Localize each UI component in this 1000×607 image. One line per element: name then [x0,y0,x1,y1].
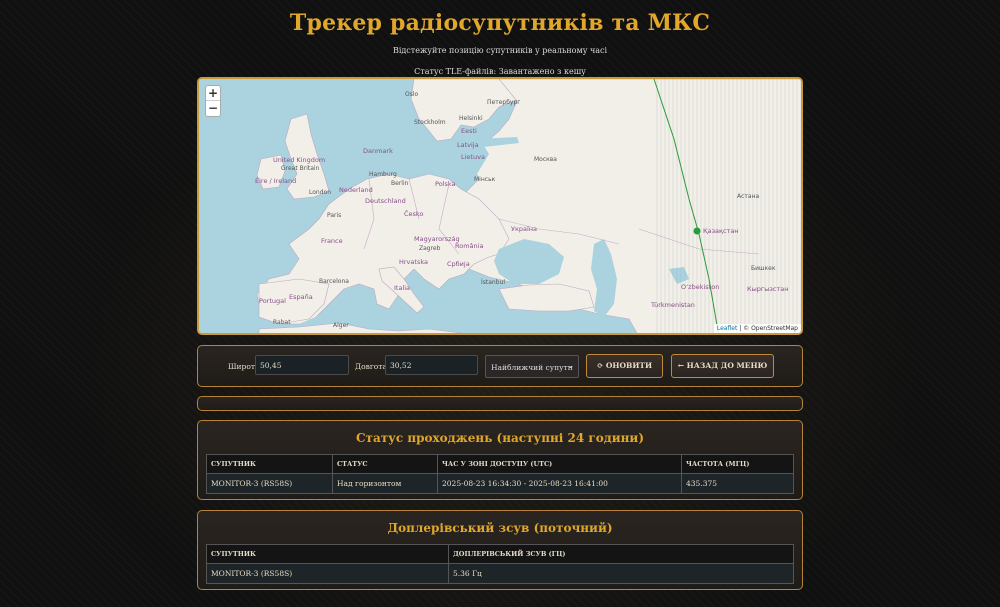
map-label-magyarorszag: Magyarország [414,235,460,243]
cell-access-time: 2025-08-23 16:34:30 - 2025-08-23 16:41:0… [437,473,682,494]
map-label-latvija: Latvija [457,141,479,149]
map-label-espana: España [289,293,313,301]
arrow-left-icon: ← [677,361,685,370]
table-header-row: СУПУТНИК СТАТУС ЧАС У ЗОНІ ДОСТУПУ (UTC)… [206,454,794,474]
map-label-hrvatska: Hrvatska [399,258,428,266]
map-label-italia: Italia [394,284,411,292]
map-label-great-britain: Great Britain [281,165,320,172]
map-label-hamburg: Hamburg [369,171,397,178]
refresh-button[interactable]: ⟳ ОНОВИТИ [586,354,663,378]
map-label-cesko: Česko [404,210,424,218]
map-label-minsk: Мінськ [474,176,496,183]
map-label-helsinki: Helsinki [459,115,483,122]
map-attribution: Leaflet | © OpenStreetMap [713,324,801,333]
header-satellite: СУПУТНИК [206,544,449,564]
map-label-paris: Paris [327,212,342,219]
map-label-eesti: Eesti [461,127,477,135]
tle-status: Статус TLE-файлів: Завантажено з кешу [414,67,586,76]
map-label-alger: Alger [333,322,349,329]
map-label-zagreb: Zagreb [419,245,441,252]
controls-panel: Широта 50,45 Довгота 30,52 Найближчий су… [197,345,803,387]
map-label-moscow: Москва [534,156,557,163]
zoom-control: + − [205,85,221,117]
refresh-label: ОНОВИТИ [605,361,653,370]
header-access-time: ЧАС У ЗОНІ ДОСТУПУ (UTC) [437,454,682,474]
leaflet-link[interactable]: Leaflet [717,325,737,332]
pass-status-table: СУПУТНИК СТАТУС ЧАС У ЗОНІ ДОСТУПУ (UTC)… [206,454,794,494]
header-frequency: ЧАСТОТА (МГЦ) [681,454,794,474]
table-row: MONITOR-3 (RS58S) Над горизонтом 2025-08… [206,473,794,494]
table-row: MONITOR-3 (RS58S) 5.36 Гц [206,563,794,584]
map-label-eire: Éire / Ireland [255,177,297,185]
map-label-lietuva: Lietuva [461,153,485,161]
map-label-istanbul: İstanbul [481,279,506,286]
back-to-menu-button[interactable]: ← НАЗАД ДО МЕНЮ [671,354,774,378]
map-label-ukraina: Україна [511,225,538,233]
map-label-astana: Астана [737,193,760,200]
page-header: Трекер радіосупутників та МКС Відстежуйт… [0,0,1000,76]
page-title: Трекер радіосупутників та МКС [289,10,711,36]
cell-satellite: MONITOR-3 (RS58S) [206,563,449,584]
map-label-london: London [309,189,331,196]
doppler-table: СУПУТНИК ДОПЛЕРІВСЬКИЙ ЗСУВ (ГЦ) MONITOR… [206,544,794,584]
header-doppler-shift: ДОПЛЕРІВСЬКИЙ ЗСУВ (ГЦ) [448,544,794,564]
header-satellite: СУПУТНИК [206,454,333,474]
map-label-kazakhstan: Қазақстан [703,227,739,235]
map-label-nederland: Nederland [339,186,373,194]
map-label-berlin: Berlin [391,180,409,187]
satellite-select-value: Найближчий супутн [491,363,573,372]
pass-status-title: Статус проходжень (наступні 24 години) [355,431,644,445]
map-label-danmark: Danmark [363,147,393,155]
table-header-row: СУПУТНИК ДОПЛЕРІВСЬКИЙ ЗСУВ (ГЦ) [206,544,794,564]
cell-doppler-shift: 5.36 Гц [448,563,794,584]
map-label-uzbekiston: Oʻzbekiston [681,283,720,291]
cell-status: Над горизонтом [332,473,438,494]
refresh-icon: ⟳ [596,361,604,370]
latitude-input[interactable]: 50,45 [255,355,349,375]
doppler-title: Доплерівський зсув (поточний) [387,521,613,535]
map-label-united-kingdom: United Kingdom [273,156,326,164]
map-label-deutschland: Deutschland [365,197,406,205]
chevron-down-icon: ⌄ [568,362,574,370]
map-label-france: France [321,237,343,245]
zoom-out-button[interactable]: − [206,101,220,116]
satellite-marker [693,227,701,235]
map-label-srbija: Србија [447,260,470,268]
back-to-menu-label: НАЗАД ДО МЕНЮ [686,361,768,370]
satellite-map[interactable]: + − Oslo Stockholm Helsinki Петербург Ee… [197,77,803,335]
longitude-input[interactable]: 30,52 [385,355,478,375]
doppler-panel: Доплерівський зсув (поточний) СУПУТНИК Д… [197,510,803,590]
map-label-kyrgyzstan: Кыргызстан [747,285,789,293]
map-label-rabat: Rabat [273,319,291,326]
map-label-petersburg: Петербург [487,99,521,106]
pass-status-panel: Статус проходжень (наступні 24 години) С… [197,420,803,500]
cell-frequency: 435.375 [681,473,794,494]
cell-satellite: MONITOR-3 (RS58S) [206,473,333,494]
zoom-in-button[interactable]: + [206,86,220,101]
map-label-romania: România [455,242,484,250]
map-label-bishkek: Бишкек [751,265,776,272]
satellite-select[interactable]: Найближчий супутн ⌄ [485,355,579,378]
osm-attribution[interactable]: | © OpenStreetMap [739,325,798,332]
map-label-barcelona: Barcelona [319,278,349,285]
page-subtitle: Відстежуйте позицію супутників у реально… [392,46,608,55]
map-label-polska: Polska [435,180,456,188]
map-label-portugal: Portugal [259,297,286,305]
longitude-label: Довгота [355,362,387,371]
map-label-turkmenistan: Türkmenistan [651,301,695,309]
map-label-oslo: Oslo [405,91,419,98]
map-label-stockholm: Stockholm [414,119,446,126]
status-strip [197,396,803,411]
header-status: СТАТУС [332,454,438,474]
